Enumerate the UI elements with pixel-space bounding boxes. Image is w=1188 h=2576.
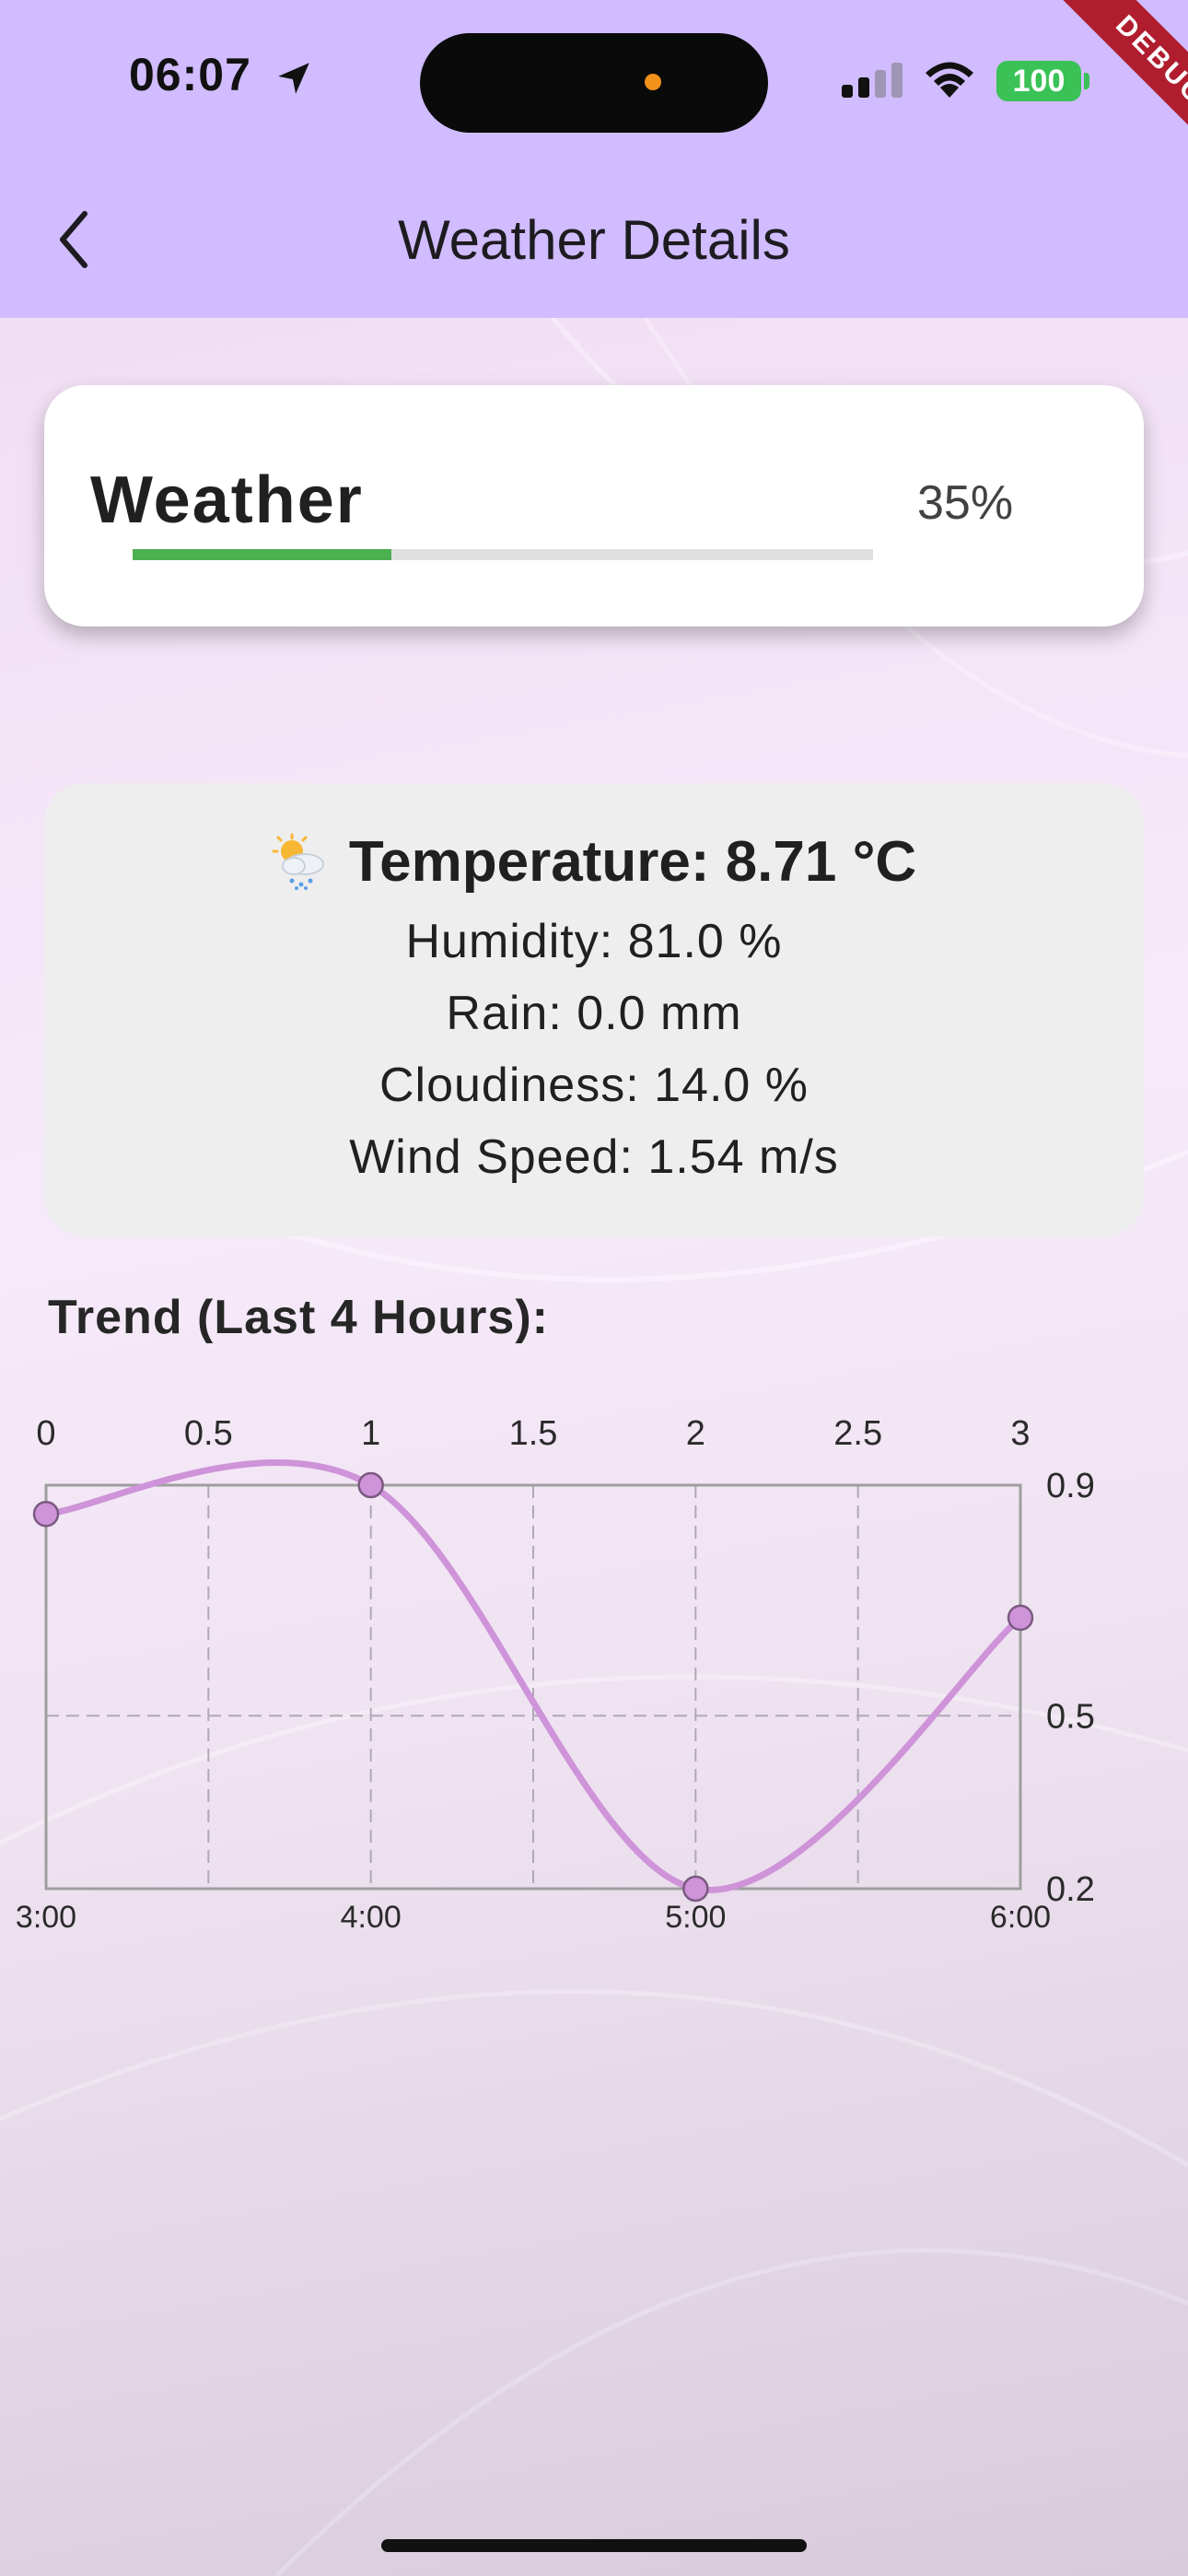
humidity-text: Humidity: 81.0 % [405, 915, 783, 968]
bottom-tick-label: 4:00 [341, 1900, 402, 1935]
camera-indicator-dot [645, 74, 661, 90]
top-tick-label: 2.5 [833, 1414, 882, 1453]
top-tick-label: 1 [361, 1414, 380, 1453]
top-tick-label: 2 [686, 1414, 705, 1453]
plot-border [44, 1483, 1022, 1891]
cellular-signal-icon [842, 63, 903, 98]
bottom-tick-label: 6:00 [990, 1900, 1051, 1935]
temperature-row: Temperature: 8.71 °C [0, 829, 1188, 895]
right-tick-label: 0.9 [1046, 1467, 1095, 1505]
wind-speed-text: Wind Speed: 1.54 m/s [349, 1130, 839, 1184]
top-tick-label: 0 [36, 1414, 55, 1453]
bottom-tick-label: 3:00 [16, 1900, 76, 1935]
location-arrow-icon [278, 63, 309, 94]
data-point [357, 1471, 384, 1499]
right-tick-label: 0.5 [1046, 1697, 1095, 1736]
temperature-text: Temperature: 8.71 °C [348, 830, 917, 894]
cloudiness-text: Cloudiness: 14.0 % [379, 1059, 809, 1112]
rain-text: Rain: 0.0 mm [446, 987, 742, 1040]
trend-title: Trend (Last 4 Hours): [48, 1291, 549, 1344]
data-point [32, 1501, 60, 1528]
bottom-tick-label: 5:00 [665, 1900, 726, 1935]
right-tick-label: 0.2 [1046, 1870, 1095, 1909]
data-point [682, 1875, 709, 1903]
top-tick-label: 0.5 [184, 1414, 233, 1453]
top-tick-label: 3 [1010, 1414, 1030, 1453]
progress-percent: 35% [917, 476, 1014, 530]
trend-line-chart: 0 0.5 1 1.5 2 2.5 3 3:00 4:00 5:00 6:00 0.9 0.5 0.2 [16, 1414, 1095, 1935]
progress-fill [133, 549, 392, 560]
app-bar: 06:07 100 Weather Details [0, 0, 1188, 318]
debug-banner: DEBUG [1013, 0, 1188, 175]
status-time: 06:07 [129, 49, 251, 100]
debug-label: DEBUG [1057, 0, 1188, 164]
home-indicator [381, 2539, 807, 2552]
page-title: Weather Details [398, 209, 790, 271]
top-tick-label: 1.5 [509, 1414, 558, 1453]
progress-track [133, 549, 873, 560]
data-point [1007, 1604, 1034, 1632]
wifi-icon [926, 62, 973, 98]
sun-cloud-rain-icon [272, 833, 324, 890]
dynamic-island [420, 33, 768, 133]
progress-card-title: Weather [90, 463, 364, 537]
